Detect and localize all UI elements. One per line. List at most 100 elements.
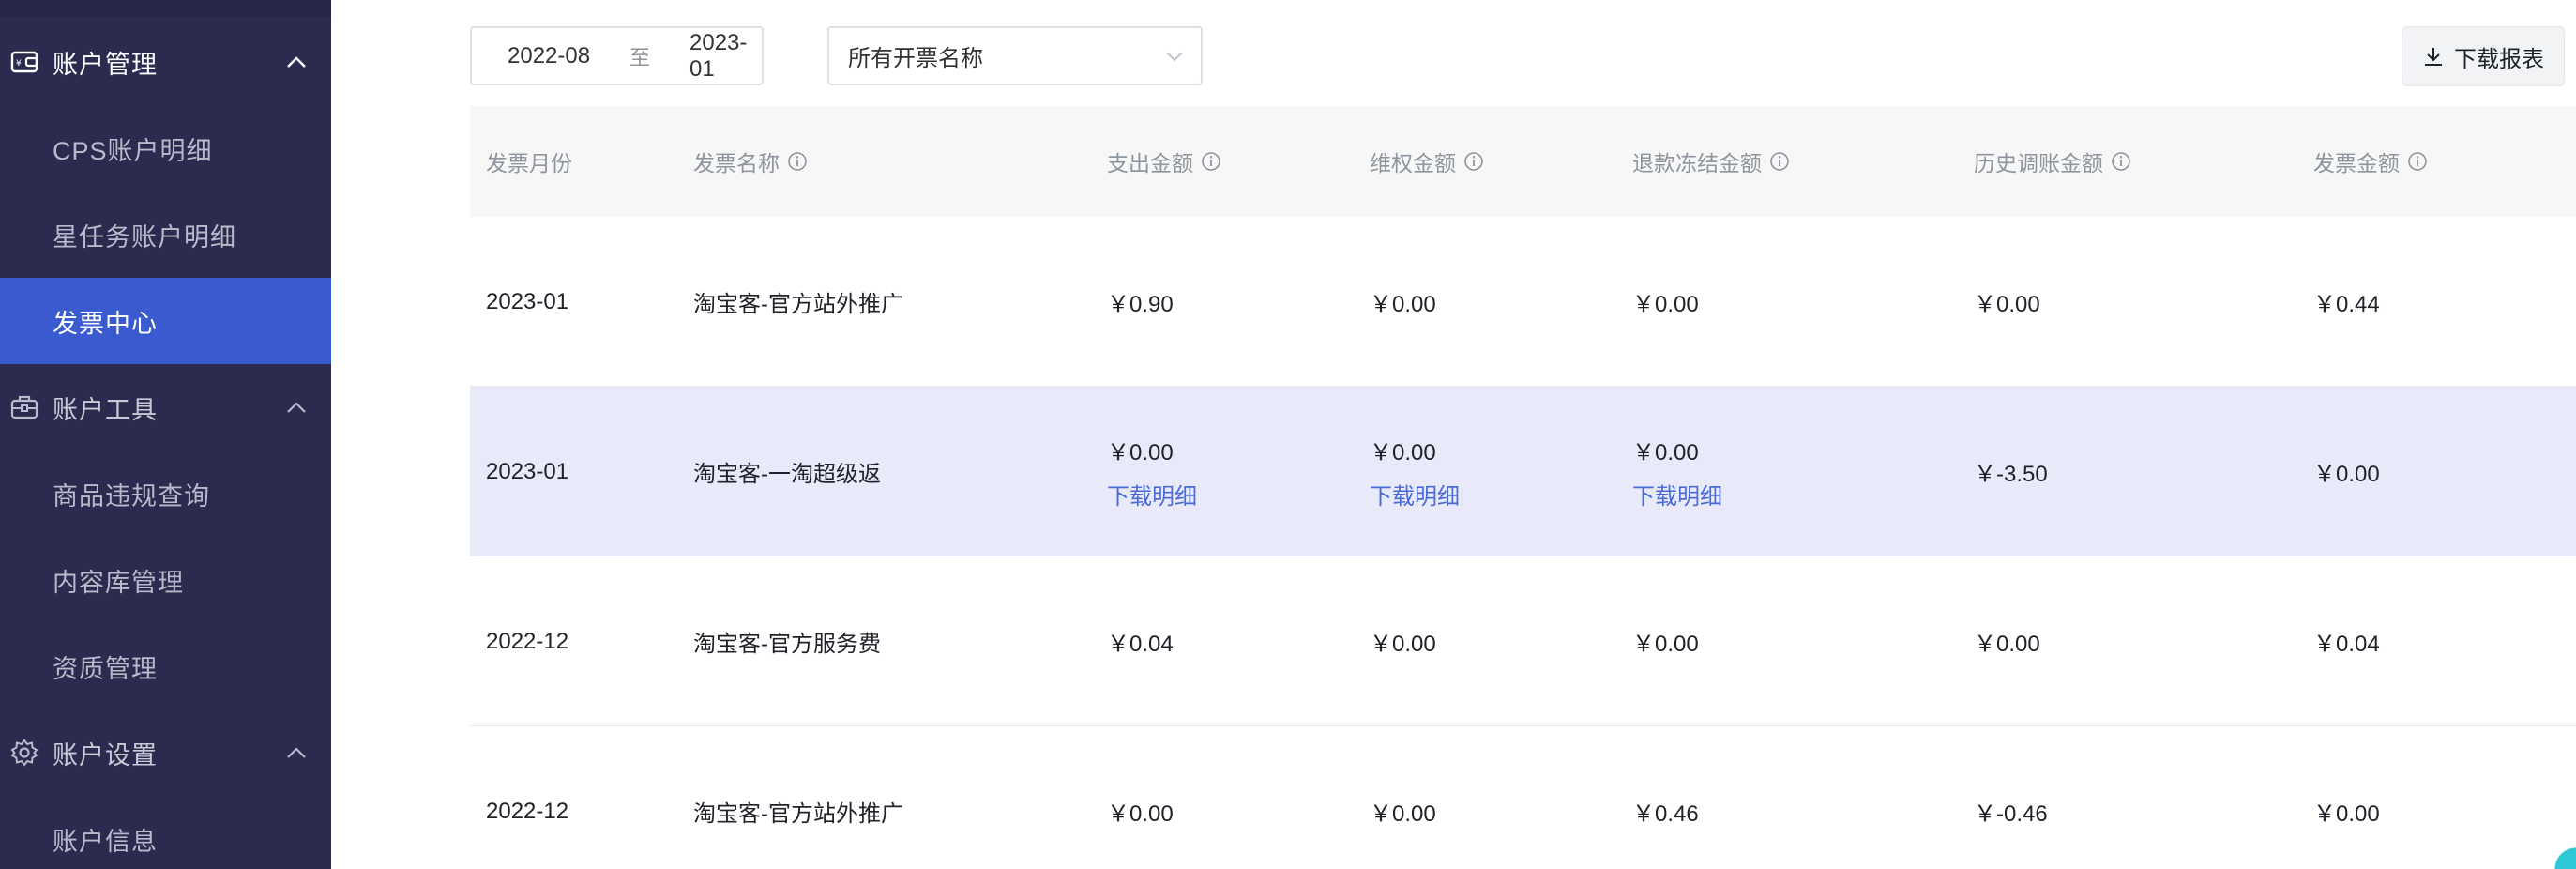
table-row: 2023-01 淘宝客-一淘超级返 ￥0.00 下载明细 ￥0.00 下载明细 … — [470, 387, 2576, 556]
download-detail-link-frozen[interactable]: 下载明细 — [1632, 478, 1722, 511]
cell-text: ￥0.00 — [2313, 462, 2380, 487]
table-row: 2022-12 淘宝客-官方站外推广 ￥0.00 ￥0.00 ￥0.46 ￥-0… — [470, 726, 2576, 869]
download-detail-link-expense[interactable]: 下载明细 — [1107, 478, 1197, 511]
cell-text: ￥0.00 — [1632, 632, 1699, 657]
date-separator: 至 — [629, 45, 651, 69]
download-icon — [2422, 45, 2445, 68]
sidebar-item-cps-account[interactable]: CPS账户明细 — [0, 105, 331, 191]
sidebar-item-label: CPS账户明细 — [53, 136, 213, 165]
cell-text: ￥0.00 — [1107, 801, 1174, 827]
cell-rights: ￥0.00 — [1370, 726, 1436, 869]
menu-group-label: 账户设置 — [53, 740, 158, 770]
cell-adjust: ￥0.00 — [1974, 217, 2040, 387]
cell-frozen: ￥0.00 — [1632, 556, 1699, 726]
cell-invoice: ￥0.00 — [2313, 387, 2380, 556]
cell-text: ￥0.00 — [1107, 439, 1174, 465]
cell-text: ￥0.44 — [2313, 292, 2380, 317]
cell-text: ￥0.00 — [1370, 292, 1436, 317]
cell-text: ￥0.00 — [1974, 632, 2040, 657]
column-header-month: 发票月份 — [486, 106, 572, 217]
cell-text: ￥0.00 — [2313, 801, 2380, 827]
chevron-up-icon — [284, 740, 309, 765]
cell-text: ￥0.00 — [1370, 439, 1436, 465]
info-icon[interactable] — [1201, 151, 1221, 172]
cell-text: ￥0.00 — [1632, 439, 1699, 465]
menu-group-account-settings[interactable]: 账户设置 — [0, 709, 331, 796]
menu-group-account-tools[interactable]: 账户工具 — [0, 364, 331, 450]
info-icon[interactable] — [1463, 151, 1484, 172]
table-row: 2022-12 淘宝客-官方服务费 ￥0.04 ￥0.00 ￥0.00 ￥0.0… — [470, 556, 2576, 726]
column-header-invoice: 发票金额 — [2313, 106, 2428, 217]
chevron-up-icon — [284, 50, 309, 74]
info-icon[interactable] — [787, 151, 808, 172]
sidebar-item-label: 星任务账户明细 — [53, 222, 236, 252]
cell-expense: ￥0.04 — [1107, 556, 1174, 726]
cell-adjust: ￥-0.46 — [1974, 726, 2048, 869]
invoice-name-select-value: 所有开票名称 — [848, 46, 983, 71]
toolbox-icon — [9, 392, 39, 422]
cell-rights: ￥0.00 — [1370, 217, 1436, 387]
cell-expense: ￥0.00 下载明细 — [1107, 387, 1197, 556]
cell-month: 2022-12 — [486, 556, 568, 726]
info-icon[interactable] — [2111, 151, 2131, 172]
cell-text: ￥0.90 — [1107, 292, 1174, 317]
column-header-rights: 维权金额 — [1370, 106, 1484, 217]
cell-name: 淘宝客-官方服务费 — [693, 556, 881, 726]
cell-text: ￥0.04 — [2313, 632, 2380, 657]
cell-text: 2023-01 — [486, 288, 569, 314]
cell-name: 淘宝客-一淘超级返 — [693, 387, 881, 556]
cell-invoice: ￥0.44 — [2313, 217, 2380, 387]
column-header-label: 退款冻结金额 — [1632, 151, 1762, 175]
invoice-name-select[interactable]: 所有开票名称 — [827, 26, 1203, 85]
column-header-label: 发票金额 — [2313, 151, 2400, 175]
sidebar-item-label: 内容库管理 — [53, 568, 184, 597]
cell-expense: ￥0.00 — [1107, 726, 1174, 869]
cell-text: 2022-12 — [486, 798, 569, 824]
cell-name: 淘宝客-官方站外推广 — [693, 217, 903, 387]
sidebar-item-label: 发票中心 — [53, 309, 158, 338]
cell-month: 2023-01 — [486, 387, 568, 556]
column-header-expense: 支出金额 — [1107, 106, 1221, 217]
sidebar: ¥ 账户管理 CPS账户明细 星任务账户明细 发票中心 账户工具 商品违规查询 … — [0, 0, 331, 869]
info-icon[interactable] — [1769, 151, 1790, 172]
download-detail-link-rights[interactable]: 下载明细 — [1370, 478, 1460, 511]
chevron-down-icon — [1163, 45, 1186, 68]
sidebar-item-account-info[interactable]: 账户信息 — [0, 796, 331, 869]
wallet-icon: ¥ — [9, 47, 39, 77]
cell-expense: ￥0.90 — [1107, 217, 1174, 387]
invoice-table: 发票月份 发票名称 支出金额 维权金额 退款冻结金额 历史调账金额 发票金额 2… — [470, 106, 2576, 869]
download-report-button[interactable]: 下载报表 — [2402, 26, 2565, 86]
cell-invoice: ￥0.04 — [2313, 556, 2380, 726]
cell-frozen: ￥0.00 — [1632, 217, 1699, 387]
sidebar-item-star-task-account[interactable]: 星任务账户明细 — [0, 191, 331, 278]
sidebar-top-strip — [0, 0, 331, 17]
cell-text: ￥0.00 — [1974, 292, 2040, 317]
cell-text: 淘宝客-官方服务费 — [693, 632, 881, 657]
sidebar-item-invoice-center[interactable]: 发票中心 — [0, 278, 331, 364]
column-header-label: 支出金额 — [1107, 151, 1193, 175]
menu-group-account-management[interactable]: ¥ 账户管理 — [0, 19, 331, 105]
cell-text: 2023-01 — [486, 458, 569, 484]
cell-text: ￥0.04 — [1107, 632, 1174, 657]
sidebar-item-product-violation[interactable]: 商品违规查询 — [0, 450, 331, 537]
date-range-picker[interactable]: 2022-08 至 2023-01 — [470, 26, 764, 85]
column-header-frozen: 退款冻结金额 — [1632, 106, 1790, 217]
cell-text: ￥-3.50 — [1974, 462, 2048, 487]
sidebar-item-content-library[interactable]: 内容库管理 — [0, 537, 331, 623]
column-header-label: 维权金额 — [1370, 151, 1456, 175]
sidebar-item-qualification[interactable]: 资质管理 — [0, 623, 331, 709]
cell-text: ￥0.46 — [1632, 801, 1699, 827]
column-header-adjust: 历史调账金额 — [1974, 106, 2131, 217]
cell-invoice: ￥0.00 — [2313, 726, 2380, 869]
cell-text: ￥0.00 — [1370, 801, 1436, 827]
cell-month: 2023-01 — [486, 217, 568, 387]
cell-rights: ￥0.00 — [1370, 556, 1436, 726]
floating-assistant-icon[interactable] — [2538, 841, 2576, 869]
menu-group-label: 账户管理 — [53, 50, 158, 79]
cell-month: 2022-12 — [486, 726, 568, 869]
sidebar-item-label: 商品违规查询 — [53, 481, 210, 511]
cell-frozen: ￥0.00 下载明细 — [1632, 387, 1722, 556]
menu-group-label: 账户工具 — [53, 395, 158, 424]
app-root: ¥ 账户管理 CPS账户明细 星任务账户明细 发票中心 账户工具 商品违规查询 … — [0, 0, 2576, 869]
info-icon[interactable] — [2407, 151, 2428, 172]
